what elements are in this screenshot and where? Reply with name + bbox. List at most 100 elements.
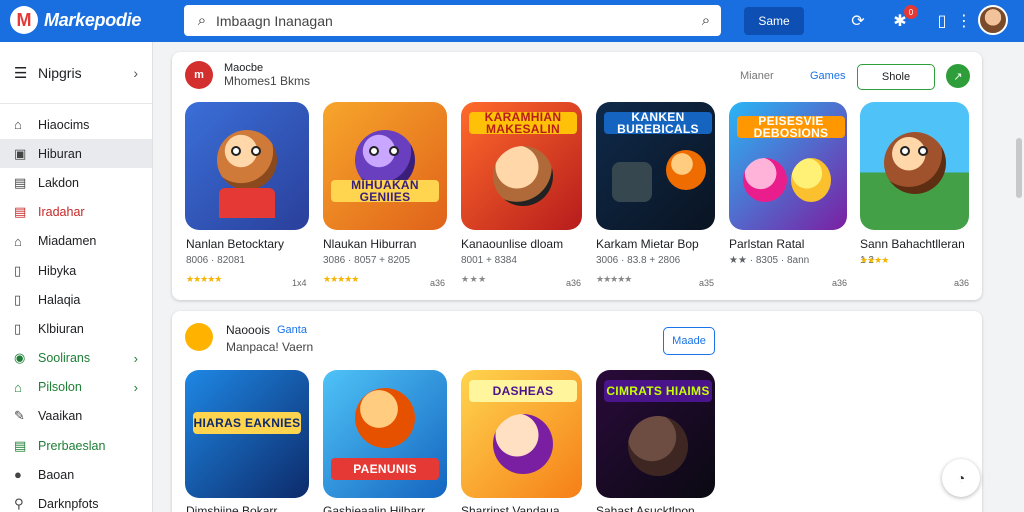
sidebar-item-iradahar[interactable]: ▤ Iradahar — [0, 198, 152, 227]
avatar[interactable] — [978, 5, 1008, 35]
calendar-icon: ▤ — [14, 437, 27, 453]
chevron-right-icon: › — [133, 379, 138, 395]
open-arrow-icon[interactable]: ↗ — [946, 64, 970, 88]
game-size: a36 — [430, 278, 446, 288]
sidebar-item-soolirans[interactable]: ◉ Soolirans › — [0, 344, 152, 373]
game-tile-text: PAENUNIS — [331, 458, 439, 480]
game-tile-9[interactable]: DASHEAS — [461, 370, 582, 498]
game-tile-text: MIHUAKAN GENIIES — [331, 179, 439, 203]
sidebar-item-vaaikan[interactable]: ✎ Vaaikan — [0, 402, 152, 431]
pin-icon: ⚲ — [14, 496, 24, 512]
circle-icon: ● — [14, 467, 22, 483]
game-tile-text: CIMRATS HIAIMS — [604, 380, 712, 402]
search-input[interactable] — [216, 12, 691, 29]
game-character — [884, 132, 946, 194]
more-button[interactable]: Maade — [663, 327, 715, 355]
rating-stars: ★ ★ ★ — [461, 274, 486, 284]
search-bar[interactable]: ⌕ ⌕ — [184, 5, 721, 36]
sidebar-item-hiaocims[interactable]: ⌂ Hiaocims — [0, 110, 152, 139]
sidebar-item-miadamen[interactable]: ⌂ Miadamen — [0, 227, 152, 256]
game-tile-text: KARAMHIAN MAKESALIN — [469, 111, 577, 135]
more-vert-icon[interactable]: ⋮ — [952, 9, 976, 33]
game-title[interactable]: Sann Bahachtlleran — [860, 237, 965, 251]
game-meta: 3086 · 8057 + 8205 — [323, 255, 411, 266]
sidebar-item-label: Hibyka — [38, 263, 77, 278]
game-tile-6[interactable] — [860, 102, 969, 230]
game-title[interactable]: Parlstan Ratal — [729, 237, 804, 251]
rating-stars: ★★★★ — [860, 255, 889, 265]
logo-badge: M — [10, 6, 38, 34]
sidebar-item-klbiuran[interactable]: ▯ Klbiuran — [0, 314, 152, 343]
game-title[interactable]: Gashieaalin Hilbarr — [323, 504, 425, 512]
scrollbar[interactable] — [1016, 138, 1022, 198]
game-tile-1[interactable] — [185, 102, 309, 230]
game-tile-text: KANKEN BUREBICALS — [604, 111, 712, 135]
sidebar-item-halaqia[interactable]: ▯ Halaqia — [0, 285, 152, 314]
sidebar-header[interactable]: ☰ Nipgris › — [0, 42, 152, 104]
id-card-icon: ▣ — [14, 145, 27, 161]
game-meta: ★★ · 8305 · 8ann — [729, 255, 810, 266]
tab-mianer[interactable]: Mianer — [740, 70, 774, 82]
sidebar-item-label: Miadamen — [38, 234, 97, 249]
game-tile-4[interactable]: KANKEN BUREBICALS — [596, 102, 715, 230]
developer-tag[interactable]: Ganta — [277, 324, 307, 336]
sidebar-item-baoan[interactable]: ● Baoan — [0, 460, 152, 489]
show-button[interactable]: Shole — [857, 64, 935, 90]
developer-logo[interactable]: m — [185, 61, 213, 89]
sidebar-item-label: Darknpfots — [38, 497, 99, 512]
search-icon: ⌕ — [197, 12, 207, 29]
game-size: a36 — [954, 278, 970, 288]
app-logo[interactable]: M Markepodie — [10, 6, 141, 34]
game-title[interactable]: Sharrinst Vandaua — [461, 504, 560, 512]
refresh-icon[interactable]: ⟳ — [846, 9, 870, 33]
game-title[interactable]: Dimshiine Bokarr — [186, 504, 277, 512]
sidebar-item-pilsolon[interactable]: ⌂ Pilsolon › — [0, 373, 152, 402]
calendar-icon: ▤ — [14, 174, 27, 190]
game-title[interactable]: Kanaounlise dloam — [461, 237, 563, 251]
sidebar-item-hiburan[interactable]: ▣ Hiburan — [0, 139, 152, 169]
chat-icon[interactable]: ◔ — [942, 459, 980, 497]
top-app-bar: M Markepodie ⌕ ⌕ Same ⟳ ✱ 0 ▯ ⋮ — [0, 0, 1024, 42]
rating-stars: ★★★★★ — [596, 274, 632, 284]
game-title[interactable]: Sahast Asucktlnon — [596, 504, 695, 512]
search-submit-icon[interactable]: ⌕ — [691, 12, 721, 29]
circle-dot-icon: ◉ — [14, 350, 26, 366]
game-size: a35 — [699, 278, 715, 288]
game-tile-7[interactable]: HIARAS EAKNIES — [185, 370, 309, 498]
game-character — [628, 416, 688, 476]
game-tile-2[interactable]: MIHUAKAN GENIIES — [323, 102, 447, 230]
menu-icon[interactable]: ☰ — [14, 64, 38, 82]
game-tile-5[interactable]: PEISESVIE DEBOSIONS — [729, 102, 847, 230]
game-size: a36 — [566, 278, 582, 288]
game-character — [743, 158, 787, 202]
info-icon[interactable]: ▯ — [930, 9, 954, 33]
sidebar-item-label: Hiburan — [38, 146, 82, 161]
sidebar-item-darknpfots[interactable]: ⚲ Darknpfots — [0, 489, 152, 512]
game-title[interactable]: Nlaukan Hiburran — [323, 237, 416, 251]
game-tile-10[interactable]: CIMRATS HIAIMS — [596, 370, 715, 498]
game-title[interactable]: Karkam Mietar Bop — [596, 237, 699, 251]
sidebar-item-label: Iradahar — [38, 205, 85, 220]
game-meta: 8006 · 82081 — [186, 255, 245, 266]
game-title[interactable]: Nanlan Betocktary — [186, 237, 284, 251]
game-character — [493, 146, 553, 206]
game-meta: 3006 · 83.8 + 2806 — [596, 255, 681, 266]
developer-subtitle: Mhomes1 Bkms — [224, 74, 311, 88]
game-tile-8[interactable]: PAENUNIS — [323, 370, 447, 498]
sidebar-item-label: Hiaocims — [38, 117, 90, 132]
home-icon: ⌂ — [14, 117, 22, 133]
rating-stars: ★★★★★ — [186, 274, 222, 284]
sidebar-item-lakdon[interactable]: ▤ Lakdon — [0, 168, 152, 197]
game-tile-3[interactable]: KARAMHIAN MAKESALIN — [461, 102, 582, 230]
sidebar-item-prerbaeslan[interactable]: ▤ Prerbaeslan — [0, 431, 152, 460]
tab-games[interactable]: Games — [810, 70, 845, 82]
clipboard-icon: ▯ — [14, 262, 22, 278]
search-button[interactable]: Same — [744, 7, 804, 35]
sidebar: ☰ Nipgris › ⌂ Hiaocims ▣ Hiburan ▤ Lakdon ▤… — [0, 42, 153, 512]
sidebar-item-hibyka[interactable]: ▯ Hibyka — [0, 256, 152, 285]
game-size: 1x4 — [292, 278, 307, 288]
clipboard-icon: ▯ — [14, 320, 22, 336]
game-meta: 8001 + 8384 — [461, 255, 517, 266]
developer-avatar[interactable] — [185, 323, 213, 351]
developer-name: Naooois — [226, 323, 271, 337]
